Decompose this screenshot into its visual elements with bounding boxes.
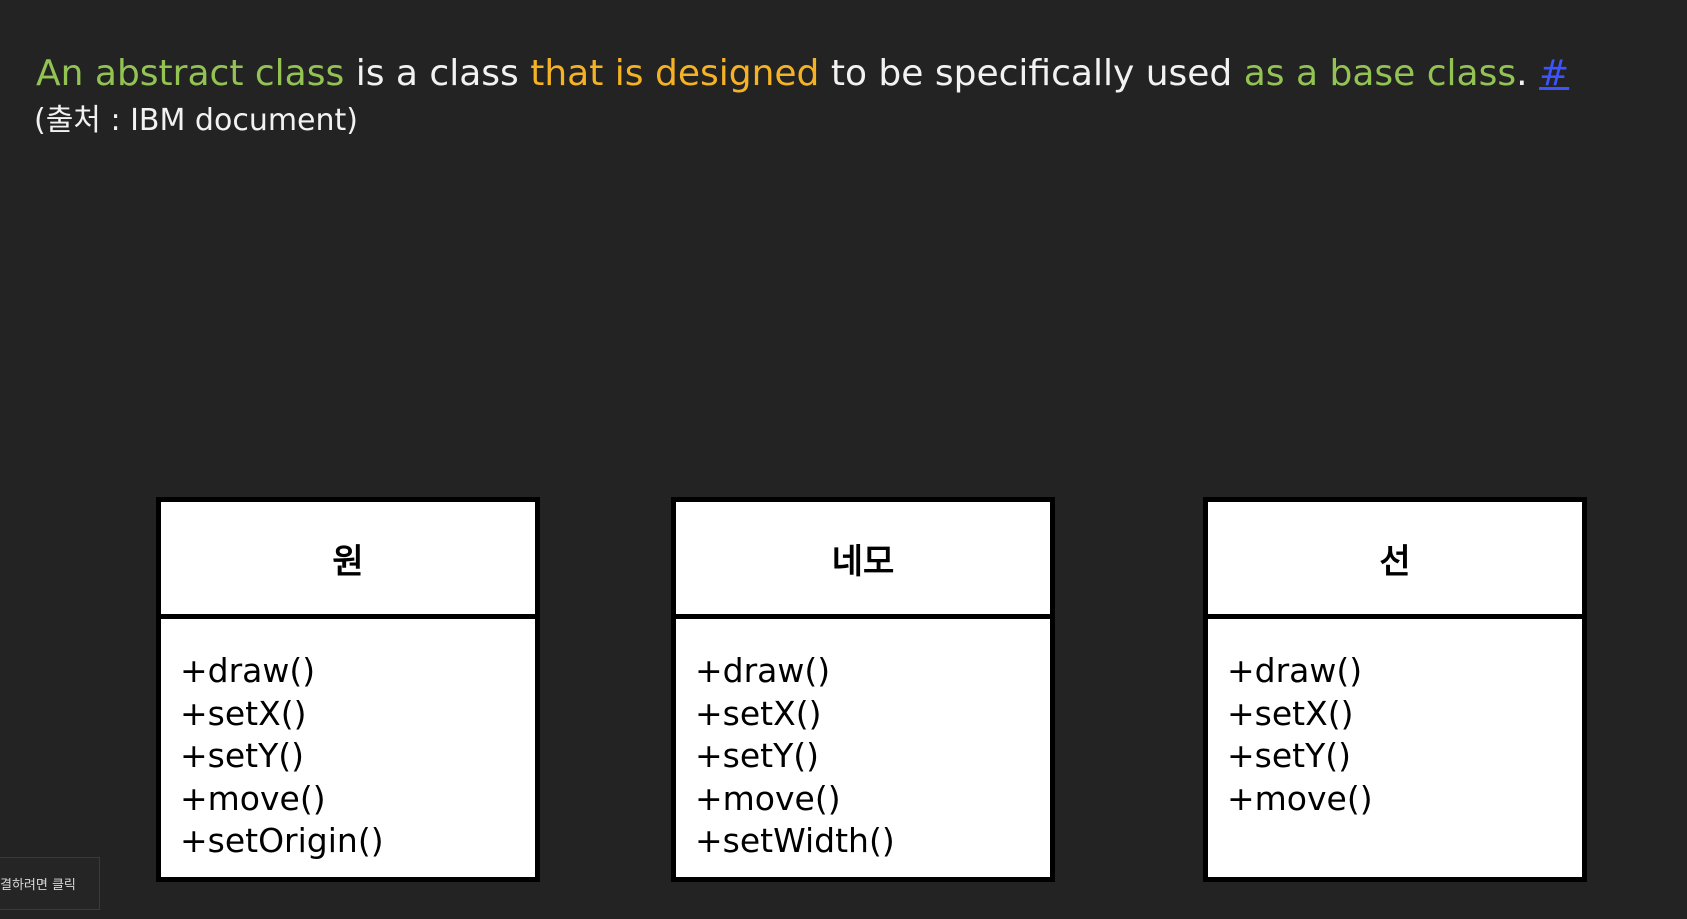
method: +setX() (695, 693, 822, 733)
headline: An abstract class is a class that is des… (36, 44, 1569, 104)
uml-class-box: 원 +draw() +setX() +setY() +move() +setOr… (156, 497, 540, 882)
method: +draw() (180, 651, 316, 690)
class-name: 네모 (676, 502, 1050, 619)
method: +move() (695, 778, 841, 818)
method: +move() (1227, 778, 1373, 818)
uml-class-box: 네모 +draw() +setX() +setY() +move() +setW… (671, 497, 1055, 882)
method: +setX() (1227, 693, 1354, 733)
class-name: 선 (1208, 502, 1582, 619)
headline-text: is a class (344, 53, 531, 94)
method: +move() (180, 778, 326, 818)
class-name: 원 (161, 502, 535, 619)
uml-class-box: 선 +draw() +setX() +setY() +move() (1203, 497, 1587, 882)
headline-highlight: that is designed (530, 53, 820, 94)
headline-text: to be specifically used (819, 53, 1244, 94)
headline-text: . (1516, 53, 1540, 94)
method: +setWidth() (695, 821, 895, 860)
headline-term: as a base class (1243, 53, 1517, 94)
method: +draw() (1227, 651, 1363, 690)
method: +setOrigin() (180, 821, 384, 860)
method-list: +draw() +setX() +setY() +move() (1208, 619, 1582, 820)
method-list: +draw() +setX() +setY() +move() +setOrig… (161, 619, 535, 863)
method: +setY() (695, 736, 819, 775)
method: +setY() (180, 736, 304, 775)
method: +draw() (695, 651, 831, 690)
source-citation: (출처 : IBM document) (34, 103, 358, 138)
click-hint-tooltip[interactable]: 결하려면 클릭 (0, 857, 100, 910)
method: +setY() (1227, 736, 1351, 775)
method-list: +draw() +setX() +setY() +move() +setWidt… (676, 619, 1050, 863)
headline-term: An abstract class (36, 53, 345, 94)
reference-link[interactable]: # (1539, 53, 1569, 94)
method: +setX() (180, 693, 307, 733)
